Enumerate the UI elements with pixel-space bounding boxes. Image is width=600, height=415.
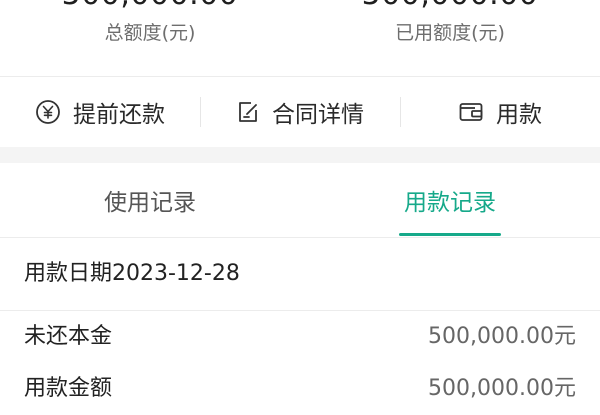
used-credit-amount: 500,000.00: [300, 0, 600, 12]
section-gap: [0, 147, 600, 163]
edit-document-icon: [239, 102, 257, 122]
borrow-button[interactable]: 用款: [400, 77, 600, 147]
list-item: 未还本金 500,000.00元: [0, 311, 600, 363]
contract-details-button[interactable]: 合同详情: [200, 77, 400, 147]
list-item: 用款金额 500,000.00元: [0, 363, 600, 415]
total-credit-block: 500,000.00 总额度(元): [0, 0, 300, 76]
active-tab-indicator: [399, 233, 501, 236]
borrow-amount-value: 500,000.00元: [428, 376, 576, 401]
used-credit-block: 500,000.00 已用额度(元): [300, 0, 600, 76]
yuan-circle-icon: [36, 100, 60, 124]
total-credit-amount: 500,000.00: [0, 0, 300, 12]
borrow-amount-label: 用款金额: [24, 376, 113, 401]
record-date-row: 用款日期2023-12-28: [0, 238, 600, 310]
prepay-button[interactable]: 提前还款: [0, 77, 200, 147]
wallet-icon: [459, 103, 483, 121]
action-bar: 提前还款 合同详情 用款: [0, 77, 600, 147]
outstanding-principal-value: 500,000.00元: [428, 324, 576, 349]
record-date: 用款日期2023-12-28: [24, 261, 240, 286]
prepay-label: 提前还款: [73, 102, 165, 128]
borrow-label: 用款: [496, 102, 542, 128]
tab-borrow-records[interactable]: 用款记录: [300, 163, 600, 237]
contract-details-label: 合同详情: [272, 102, 364, 128]
used-credit-label: 已用额度(元): [395, 22, 505, 44]
record-tabs: 使用记录 用款记录: [0, 163, 600, 237]
total-credit-label: 总额度(元): [104, 22, 196, 44]
credit-summary: 500,000.00 总额度(元) 500,000.00 已用额度(元): [0, 0, 600, 76]
outstanding-principal-label: 未还本金: [24, 324, 113, 349]
tab-usage-records[interactable]: 使用记录: [0, 163, 300, 237]
